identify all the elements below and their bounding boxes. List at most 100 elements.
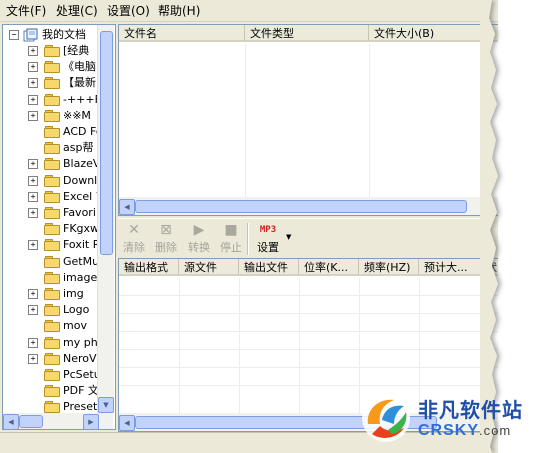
- column-header-source-file[interactable]: 源文件: [179, 259, 239, 276]
- expand-icon[interactable]: +: [28, 62, 38, 73]
- toolbar-separator: [247, 223, 249, 255]
- tree-item-label: PDF 文: [63, 384, 99, 398]
- expand-icon[interactable]: +: [28, 305, 38, 316]
- grid-line: [119, 349, 498, 350]
- tree-item-label: ※※M: [63, 108, 91, 122]
- settings-button[interactable]: MP3 设置: [251, 221, 285, 257]
- folder-icon: [44, 77, 60, 90]
- scroll-right-button[interactable]: ▶: [83, 414, 99, 429]
- tree-item-label: FKgxw: [63, 222, 100, 236]
- column-header-output-format[interactable]: 输出格式: [119, 259, 179, 276]
- tree-item-label: Favori: [63, 206, 96, 219]
- tree-scroll-thumb[interactable]: [100, 31, 113, 255]
- folder-icon: [44, 207, 60, 219]
- expand-icon[interactable]: +: [28, 175, 38, 186]
- mp3-badge-icon: MP3: [259, 225, 277, 235]
- column-header-filesize[interactable]: 文件大小(B): [369, 25, 498, 42]
- grid-line: [119, 331, 498, 332]
- tree-item-label: Foxit R: [63, 238, 101, 252]
- expand-icon[interactable]: +: [28, 110, 38, 121]
- tree-item-label: -+++F: [63, 92, 101, 106]
- delete-label: 删除: [155, 241, 177, 254]
- expand-icon[interactable]: +: [28, 208, 38, 218]
- stop-button[interactable]: ■ 停止: [217, 221, 245, 257]
- tree-root-label: 我的文档: [42, 28, 86, 41]
- expand-icon[interactable]: +: [28, 353, 38, 364]
- folder-tree[interactable]: − 我的文档 + [经典 + 《电脑 + 【最新 + -+++F + ※※M ACD Fo asp帮 +…: [2, 24, 116, 430]
- grid-line: [369, 44, 370, 197]
- file-list-hscroll-thumb[interactable]: [135, 200, 467, 213]
- folder-icon: [44, 61, 60, 74]
- folder-icon: [44, 255, 60, 268]
- scroll-left-button[interactable]: ◀: [119, 415, 135, 431]
- tree-item-label: NeroVi: [63, 351, 100, 365]
- expand-icon[interactable]: +: [28, 240, 38, 251]
- tree-item-label: asp帮: [63, 141, 94, 155]
- grid-line: [299, 278, 300, 413]
- watermark-logo: 非凡软件站 CRSKY.com: [358, 388, 528, 450]
- folder-icon: [44, 271, 60, 284]
- grid-line: [119, 295, 498, 296]
- grid-line: [239, 278, 240, 413]
- tree-horizontal-scrollbar[interactable]: ◀ ▶: [3, 413, 113, 429]
- watermark-domain-main: CRSKY: [418, 422, 480, 439]
- file-list[interactable]: 文件名 文件类型 文件大小(B) ◀: [118, 24, 498, 216]
- column-header-estimated-size[interactable]: 预计大...: [419, 259, 481, 276]
- clear-button[interactable]: ✕ 清除: [120, 221, 148, 257]
- play-icon: ▶: [193, 222, 205, 238]
- column-header-filename[interactable]: 文件名: [119, 25, 245, 42]
- tree-item-label: img: [63, 287, 84, 300]
- tree-item-label: [经典: [63, 44, 90, 57]
- folder-icon: [44, 385, 60, 398]
- crsky-logo-icon: [362, 394, 410, 442]
- expand-icon[interactable]: +: [28, 78, 38, 89]
- column-header-frequency[interactable]: 频率(HZ): [359, 259, 419, 276]
- menu-process[interactable]: 处理(C): [54, 3, 100, 19]
- folder-icon: [44, 239, 60, 252]
- grid-line: [245, 44, 246, 197]
- grid-line: [119, 385, 498, 386]
- tree-item-label: Logo: [63, 303, 90, 317]
- tree-hscroll-thumb[interactable]: [19, 415, 43, 428]
- expand-icon[interactable]: +: [28, 159, 38, 170]
- watermark-domain-suffix: .com: [479, 423, 512, 438]
- x-icon: ✕: [128, 222, 140, 238]
- scroll-down-button[interactable]: ▼: [98, 397, 114, 413]
- expand-icon[interactable]: +: [28, 94, 38, 105]
- column-header-filetype[interactable]: 文件类型: [245, 25, 369, 42]
- tree-vertical-scrollbar[interactable]: ▲ ▼: [97, 25, 114, 413]
- chevron-down-icon[interactable]: ▼: [286, 233, 294, 243]
- stop-square-icon: ■: [224, 222, 238, 238]
- grid-line: [119, 367, 498, 368]
- folder-icon: [44, 190, 60, 203]
- tree-item-label: mov: [63, 319, 87, 333]
- clear-label: 清除: [123, 241, 145, 254]
- app-window: 文件(F) 处理(C) 设置(O) 帮助(H) − 我的文档 + [经典 + 《电脑 +…: [0, 0, 498, 453]
- folder-icon: [44, 126, 60, 138]
- column-header-output-file[interactable]: 输出文件: [239, 259, 299, 276]
- watermark-title: 非凡软件站: [418, 398, 523, 422]
- folder-icon: [44, 174, 60, 187]
- menu-settings[interactable]: 设置(O): [105, 3, 152, 19]
- scroll-left-button[interactable]: ◀: [119, 199, 135, 215]
- expand-icon[interactable]: +: [28, 191, 38, 202]
- expand-icon[interactable]: +: [28, 46, 38, 56]
- tree-item-label: 【最新: [63, 76, 96, 90]
- folder-icon: [44, 352, 60, 365]
- watermark-domain: CRSKY.com: [418, 422, 511, 440]
- expand-icon[interactable]: +: [28, 289, 38, 299]
- collapse-icon[interactable]: −: [9, 30, 19, 40]
- menu-help[interactable]: 帮助(H): [156, 3, 202, 19]
- folder-icon: [44, 93, 60, 106]
- folder-icon: [44, 369, 60, 381]
- menu-file[interactable]: 文件(F): [4, 3, 48, 19]
- convert-button[interactable]: ▶ 转换: [184, 221, 214, 257]
- folder-icon: [44, 320, 60, 333]
- expand-icon[interactable]: +: [28, 337, 38, 348]
- file-list-horizontal-scrollbar[interactable]: ◀: [119, 197, 498, 215]
- delete-button[interactable]: ⊠ 删除: [151, 221, 181, 257]
- convert-label: 转换: [188, 241, 210, 254]
- scroll-left-button[interactable]: ◀: [3, 414, 19, 429]
- tree-item-label: BlazeV: [63, 157, 101, 171]
- column-header-bitrate[interactable]: 位率(K...: [299, 259, 359, 276]
